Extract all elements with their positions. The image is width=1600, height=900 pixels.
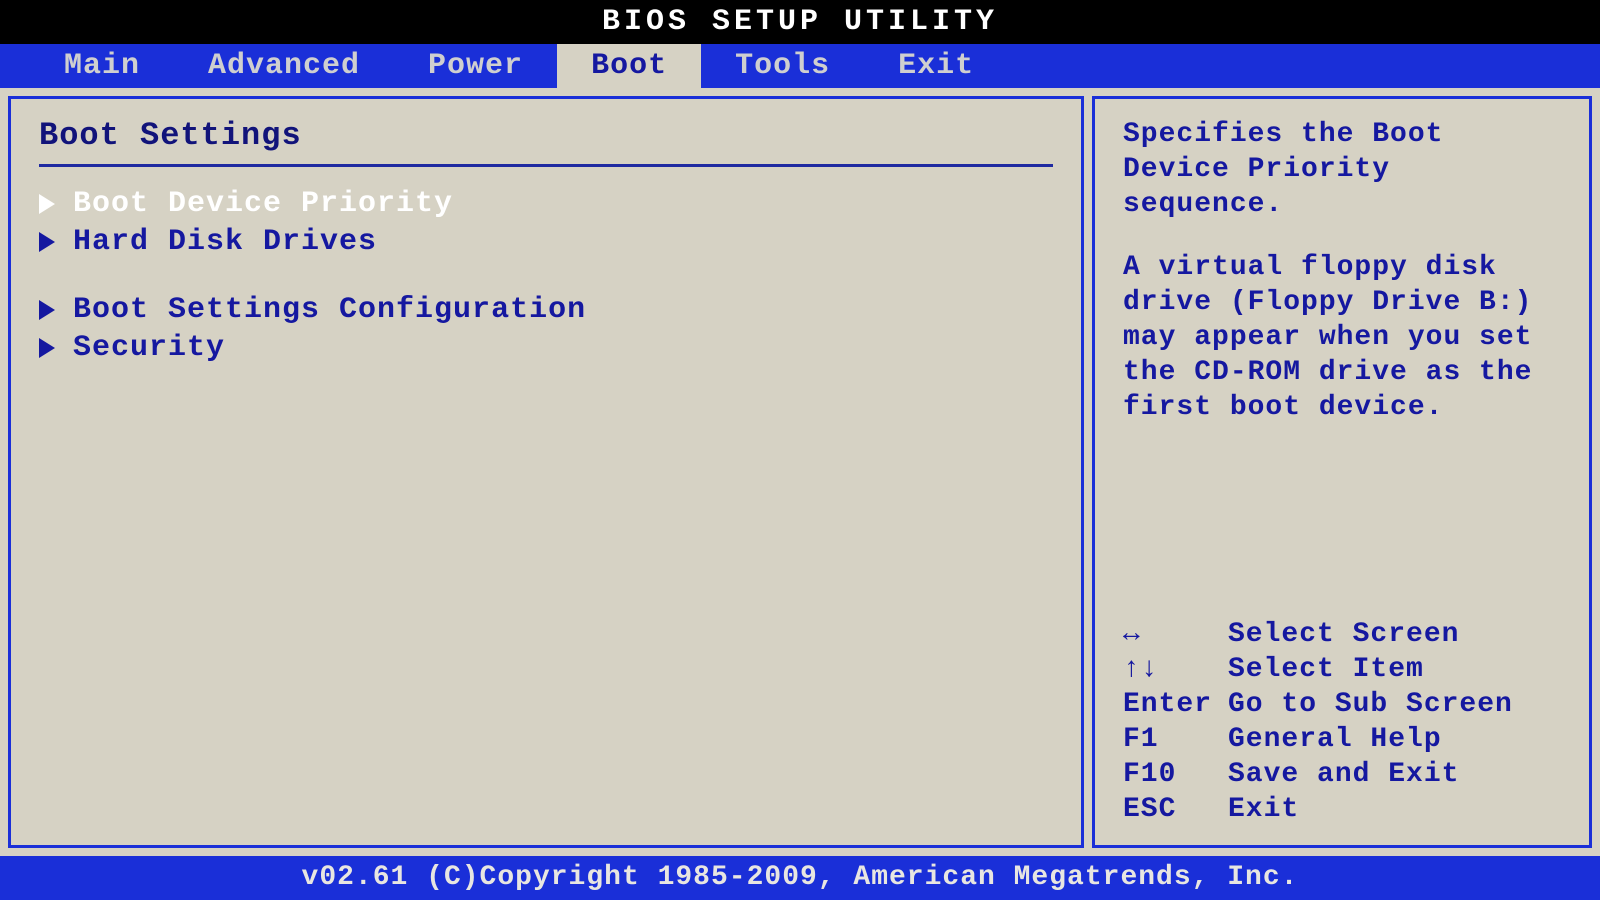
key-desc: Go to Sub Screen <box>1228 687 1513 722</box>
key-name: Enter <box>1123 687 1228 722</box>
submenu-arrow-icon <box>39 338 55 358</box>
key-hint: ↔ Select Screen <box>1123 617 1561 652</box>
tab-boot[interactable]: Boot <box>557 44 701 88</box>
bios-screen: BIOS SETUP UTILITY Main Advanced Power B… <box>0 0 1600 900</box>
help-paragraph: Specifies the Boot Device Priority seque… <box>1123 117 1561 222</box>
tab-power[interactable]: Power <box>394 44 557 88</box>
key-desc: Exit <box>1228 792 1299 827</box>
key-desc: Save and Exit <box>1228 757 1459 792</box>
spacer <box>1123 425 1561 617</box>
menu-item-security[interactable]: Security <box>39 329 1053 367</box>
divider <box>39 164 1053 167</box>
section-title: Boot Settings <box>39 117 1053 158</box>
key-hint: ↑↓ Select Item <box>1123 652 1561 687</box>
key-desc: Select Item <box>1228 652 1424 687</box>
key-name: ↑↓ <box>1123 652 1228 687</box>
footer-copyright: v02.61 (C)Copyright 1985-2009, American … <box>0 856 1600 900</box>
menu-item-label: Boot Settings Configuration <box>73 293 586 327</box>
menu-item-label: Boot Device Priority <box>73 187 453 221</box>
key-name: ↔ <box>1123 617 1228 652</box>
key-name: F1 <box>1123 722 1228 757</box>
menu-item-label: Hard Disk Drives <box>73 225 377 259</box>
key-hint: F10 Save and Exit <box>1123 757 1561 792</box>
menu-bar: Main Advanced Power Boot Tools Exit <box>0 44 1600 88</box>
spacer <box>1123 222 1561 250</box>
submenu-arrow-icon <box>39 232 55 252</box>
submenu-arrow-icon <box>39 194 55 214</box>
key-desc: Select Screen <box>1228 617 1459 652</box>
menu-item-hard-disk-drives[interactable]: Hard Disk Drives <box>39 223 1053 261</box>
tab-exit[interactable]: Exit <box>864 44 1008 88</box>
main-panel: Boot Settings Boot Device Priority Hard … <box>8 96 1084 848</box>
key-hint: ESC Exit <box>1123 792 1561 827</box>
tab-tools[interactable]: Tools <box>701 44 864 88</box>
key-name: F10 <box>1123 757 1228 792</box>
tab-main[interactable]: Main <box>30 44 174 88</box>
tab-advanced[interactable]: Advanced <box>174 44 394 88</box>
menu-item-label: Security <box>73 331 225 365</box>
menu-item-boot-settings-configuration[interactable]: Boot Settings Configuration <box>39 291 1053 329</box>
key-desc: General Help <box>1228 722 1442 757</box>
menu-item-boot-device-priority[interactable]: Boot Device Priority <box>39 185 1053 223</box>
key-hint-list: ↔ Select Screen ↑↓ Select Item Enter Go … <box>1123 617 1561 827</box>
key-hint: Enter Go to Sub Screen <box>1123 687 1561 722</box>
spacer <box>39 261 1053 291</box>
help-panel: Specifies the Boot Device Priority seque… <box>1092 96 1592 848</box>
work-area: Boot Settings Boot Device Priority Hard … <box>0 88 1600 856</box>
help-paragraph: A virtual floppy disk drive (Floppy Driv… <box>1123 250 1561 425</box>
app-title: BIOS SETUP UTILITY <box>0 0 1600 44</box>
submenu-arrow-icon <box>39 300 55 320</box>
key-hint: F1 General Help <box>1123 722 1561 757</box>
key-name: ESC <box>1123 792 1228 827</box>
